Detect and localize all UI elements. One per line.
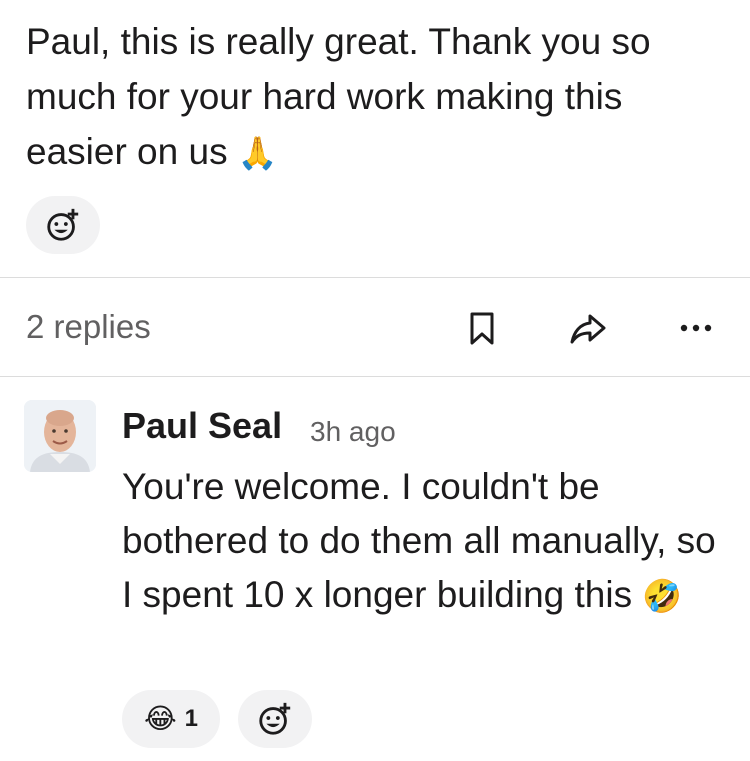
replies-count-link[interactable]: 2 replies: [26, 305, 151, 349]
reply-text: You're welcome. I couldn't be bothered t…: [122, 460, 732, 623]
avatar[interactable]: [24, 400, 96, 472]
bookmark-icon[interactable]: [462, 308, 502, 348]
message-text: Paul, this is really great. Thank you so…: [26, 14, 726, 181]
tears-of-joy-emoji: 😂: [143, 702, 177, 735]
timestamp[interactable]: 3h ago: [310, 412, 396, 452]
add-reaction-icon: [259, 702, 291, 735]
share-icon[interactable]: [568, 308, 608, 348]
divider: [0, 376, 750, 377]
message-body: Paul, this is really great. Thank you so…: [26, 21, 651, 172]
reaction-pill[interactable]: 😂 1: [122, 690, 220, 748]
avatar-image: [24, 400, 96, 472]
rolling-laughing-emoji: 🤣: [642, 577, 683, 615]
folded-hands-emoji: 🙏: [237, 134, 278, 172]
add-reaction-icon: [47, 208, 79, 241]
more-icon[interactable]: [676, 308, 716, 348]
author-name[interactable]: Paul Seal: [122, 402, 282, 450]
reply-body: You're welcome. I couldn't be bothered t…: [122, 466, 716, 615]
add-reaction-button[interactable]: [26, 196, 100, 254]
reaction-count: 1: [184, 705, 199, 732]
divider: [0, 277, 750, 278]
add-reaction-button[interactable]: [238, 690, 312, 748]
